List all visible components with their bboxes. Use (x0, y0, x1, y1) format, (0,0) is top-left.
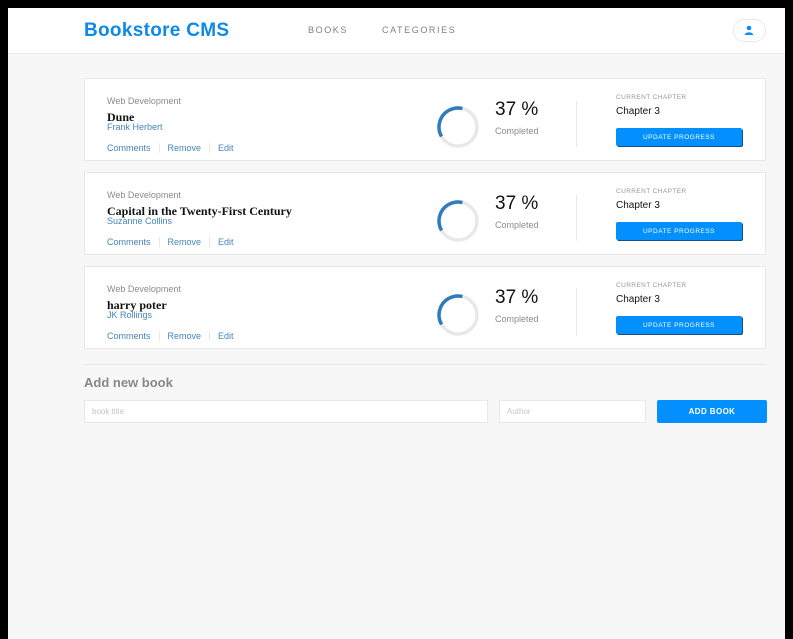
progress-ring (435, 104, 481, 150)
remove-button[interactable]: Remove (158, 236, 210, 247)
current-chapter-label: CURRENT CHAPTER (616, 188, 687, 195)
progress-status: Completed (495, 314, 539, 324)
progress-ring-arc (437, 200, 479, 242)
card-divider (576, 101, 577, 147)
progress-percent: 37 % (495, 99, 539, 120)
user-button[interactable] (733, 19, 766, 42)
update-progress-button[interactable]: UPDATE PROGRESS (616, 128, 742, 146)
comments-button[interactable]: Comments (107, 331, 159, 341)
book-actions: Comments Remove Edit (107, 327, 242, 344)
current-chapter-label: CURRENT CHAPTER (616, 282, 687, 289)
nav-books-link[interactable]: BOOKS (308, 25, 348, 35)
form-divider (84, 364, 766, 365)
comments-button[interactable]: Comments (107, 237, 159, 247)
progress-status: Completed (495, 126, 539, 136)
current-chapter-value: Chapter 3 (616, 106, 660, 117)
book-card: Web Development harry poter JK Rollings … (84, 266, 766, 349)
card-divider (576, 195, 577, 241)
progress-ring-arc (437, 106, 479, 148)
book-card: Web Development Dune Frank Herbert Comme… (84, 78, 766, 161)
book-actions: Comments Remove Edit (107, 233, 242, 250)
book-author[interactable]: JK Rollings (107, 310, 152, 320)
author-input[interactable] (499, 400, 646, 423)
edit-button[interactable]: Edit (209, 330, 242, 341)
remove-button[interactable]: Remove (158, 330, 210, 341)
book-genre: Web Development (107, 284, 181, 294)
logo[interactable]: Bookstore CMS (84, 20, 229, 42)
add-book-button[interactable]: ADD BOOK (657, 400, 767, 423)
card-divider (576, 289, 577, 335)
user-icon (744, 25, 754, 35)
progress-ring (435, 198, 481, 244)
book-title-input[interactable] (84, 400, 488, 423)
app-window: Bookstore CMS BOOKS CATEGORIES Web Devel… (8, 8, 785, 639)
book-genre: Web Development (107, 96, 181, 106)
comments-button[interactable]: Comments (107, 143, 159, 153)
progress-status: Completed (495, 220, 539, 230)
progress-percent: 37 % (495, 193, 539, 214)
current-chapter-value: Chapter 3 (616, 294, 660, 305)
book-genre: Web Development (107, 190, 181, 200)
edit-button[interactable]: Edit (209, 236, 242, 247)
header-bar: Bookstore CMS BOOKS CATEGORIES (8, 8, 785, 54)
add-book-heading: Add new book (84, 375, 173, 390)
book-author[interactable]: Suzanne Collins (107, 216, 172, 226)
current-chapter-value: Chapter 3 (616, 200, 660, 211)
update-progress-button[interactable]: UPDATE PROGRESS (616, 222, 742, 240)
progress-percent: 37 % (495, 287, 539, 308)
edit-button[interactable]: Edit (209, 142, 242, 153)
book-card: Web Development Capital in the Twenty-Fi… (84, 172, 766, 255)
current-chapter-label: CURRENT CHAPTER (616, 94, 687, 101)
progress-ring-arc (437, 294, 479, 336)
progress-ring (435, 292, 481, 338)
nav-categories-link[interactable]: CATEGORIES (382, 25, 456, 35)
update-progress-button[interactable]: UPDATE PROGRESS (616, 316, 742, 334)
book-actions: Comments Remove Edit (107, 139, 242, 156)
remove-button[interactable]: Remove (158, 142, 210, 153)
book-author[interactable]: Frank Herbert (107, 122, 163, 132)
